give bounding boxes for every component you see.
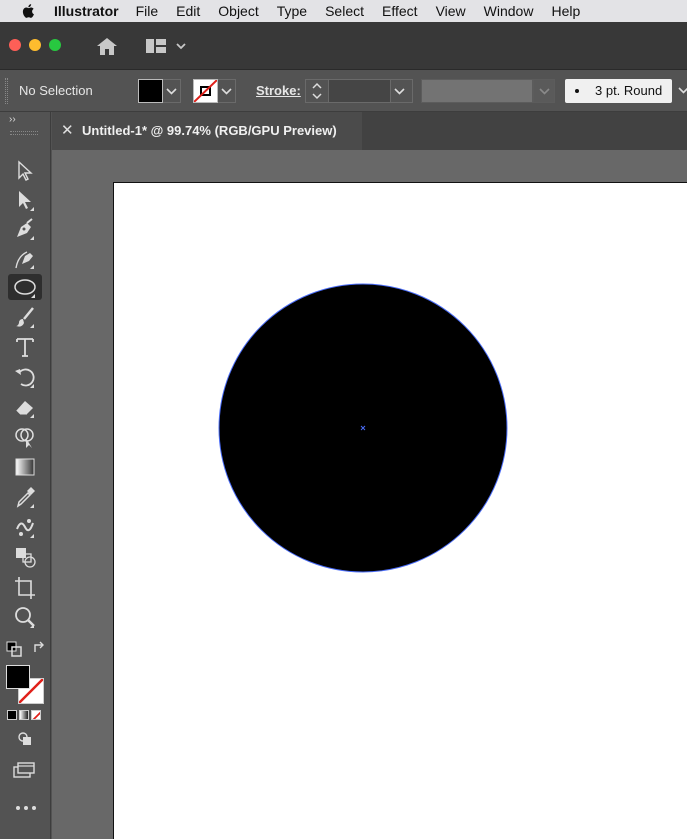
symbol-sprayer-icon — [16, 519, 34, 538]
magnifier-icon — [15, 607, 35, 628]
menu-type[interactable]: Type — [277, 3, 307, 19]
menu-window[interactable]: Window — [484, 3, 534, 19]
none-icon — [32, 711, 40, 719]
document-tab-title: Untitled-1* @ 99.74% (RGB/GPU Preview) — [82, 123, 337, 138]
stroke-swatch[interactable] — [193, 79, 218, 103]
close-window-button[interactable] — [9, 39, 21, 51]
more-tools-icon[interactable] — [15, 804, 37, 812]
selection-status: No Selection — [19, 83, 93, 98]
paintbrush-icon — [16, 307, 34, 328]
stroke-panel-link[interactable]: Stroke: — [256, 83, 301, 98]
stroke-color-dropdown[interactable] — [218, 79, 236, 103]
chevron-down-icon — [394, 88, 405, 95]
eraser-tool[interactable] — [8, 394, 42, 420]
brush-definition-label: 3 pt. Round — [595, 83, 663, 98]
stroke-weight-input[interactable] — [329, 79, 391, 103]
brush-dot-icon — [575, 89, 579, 93]
minimize-window-button[interactable] — [29, 39, 41, 51]
brush-definition-dropdown[interactable] — [676, 79, 687, 103]
control-bar: No Selection Stroke: 3 pt. Round — [0, 70, 687, 112]
selection-arrow-icon — [18, 160, 33, 181]
menu-object[interactable]: Object — [218, 3, 258, 19]
rotate-tool[interactable] — [8, 364, 42, 390]
none-mode-button[interactable] — [31, 710, 41, 720]
menu-view[interactable]: View — [436, 3, 466, 19]
control-bar-grip[interactable] — [5, 78, 8, 104]
symbol-sprayer-tool[interactable] — [8, 514, 42, 540]
home-icon[interactable] — [93, 34, 121, 58]
menu-effect[interactable]: Effect — [382, 3, 418, 19]
curvature-tool[interactable] — [8, 245, 42, 271]
fill-dropdown[interactable] — [163, 79, 181, 103]
stepper-arrows-icon — [312, 82, 322, 100]
fill-color-box[interactable] — [6, 665, 30, 689]
fill-swatch[interactable] — [138, 79, 163, 103]
gradient-icon — [15, 458, 35, 476]
window-title-bar — [0, 22, 687, 70]
tools-panel: ›› — [0, 112, 51, 839]
variable-width-profile-dropdown[interactable] — [533, 79, 555, 103]
type-t-icon — [16, 338, 34, 357]
shape-builder-tool[interactable] — [8, 424, 42, 450]
workspace-switcher-icon[interactable] — [142, 34, 190, 58]
draw-mode-icon[interactable] — [16, 731, 34, 747]
tab-strip — [362, 112, 687, 150]
variable-width-profile[interactable] — [421, 79, 533, 103]
screen-mode-icon[interactable] — [12, 761, 36, 779]
pen-icon — [17, 218, 34, 240]
artboard[interactable] — [113, 182, 687, 839]
brush-definition-selector[interactable]: 3 pt. Round — [565, 79, 672, 103]
ellipse-tool[interactable] — [8, 274, 42, 300]
gradient-tool[interactable] — [8, 454, 42, 480]
default-fill-stroke-icon[interactable] — [6, 641, 22, 657]
gradient-mode-button[interactable] — [19, 710, 29, 720]
artboard-tool[interactable] — [8, 574, 42, 600]
eraser-icon — [15, 401, 34, 418]
menu-edit[interactable]: Edit — [176, 3, 200, 19]
menu-help[interactable]: Help — [551, 3, 580, 19]
blend-icon — [16, 548, 36, 568]
swap-fill-stroke-icon[interactable] — [32, 641, 46, 655]
stroke-weight-dropdown[interactable] — [391, 79, 413, 103]
eyedropper-tool[interactable] — [8, 484, 42, 510]
direct-selection-arrow-icon — [19, 191, 34, 211]
type-tool[interactable] — [8, 334, 42, 360]
chevron-down-icon — [221, 88, 232, 95]
color-mode-button[interactable] — [7, 710, 17, 720]
selection-tool[interactable] — [8, 158, 42, 184]
zoom-tool[interactable] — [8, 604, 42, 630]
chevron-down-icon — [678, 87, 687, 94]
document-tab[interactable]: ✕ Untitled-1* @ 99.74% (RGB/GPU Preview) — [52, 112, 362, 150]
close-tab-icon[interactable]: ✕ — [61, 121, 74, 139]
zoom-window-button[interactable] — [49, 39, 61, 51]
eyedropper-icon — [16, 487, 35, 508]
menu-select[interactable]: Select — [325, 3, 364, 19]
tools-panel-grip[interactable] — [10, 131, 38, 135]
artwork-layer — [218, 283, 508, 573]
shape-builder-icon — [15, 428, 34, 448]
curvature-pen-icon — [15, 251, 34, 269]
apple-icon[interactable] — [20, 3, 38, 19]
rotate-icon — [15, 368, 35, 388]
menu-app-illustrator[interactable]: Illustrator — [54, 3, 119, 19]
stroke-weight-stepper[interactable] — [305, 79, 329, 103]
menu-file[interactable]: File — [136, 3, 159, 19]
blend-tool[interactable] — [8, 544, 42, 570]
no-stroke-icon — [194, 80, 217, 102]
chevron-down-icon — [166, 88, 177, 95]
pen-tool[interactable] — [8, 216, 42, 242]
paintbrush-tool[interactable] — [8, 304, 42, 330]
ellipse-icon — [14, 279, 36, 298]
menu-bar: Illustrator File Edit Object Type Select… — [0, 0, 687, 22]
collapse-panel-icon[interactable]: ›› — [9, 114, 16, 125]
direct-selection-tool[interactable] — [8, 187, 42, 213]
artboard-icon — [15, 577, 35, 599]
chevron-down-icon — [539, 88, 550, 95]
